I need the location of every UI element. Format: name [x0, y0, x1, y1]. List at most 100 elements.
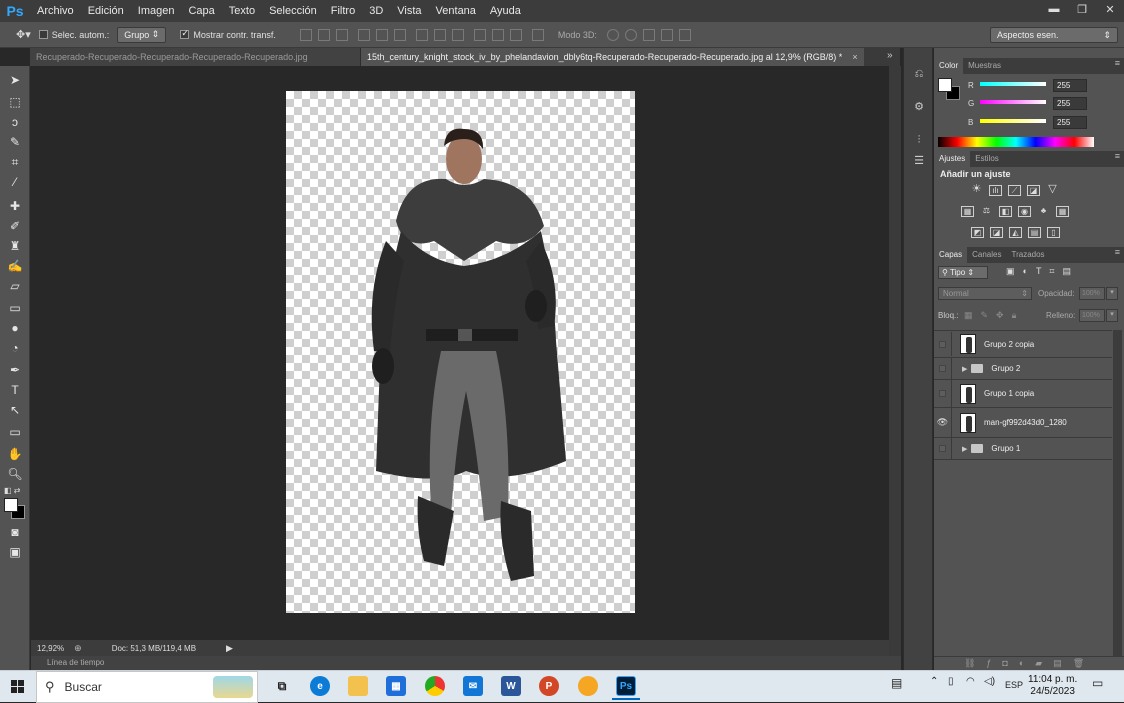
posterize-adjust-icon[interactable]: ◪ — [990, 227, 1003, 238]
channel-r-slider[interactable] — [980, 82, 1046, 86]
path-select-tool-icon[interactable]: ↖ — [7, 402, 23, 418]
menu-texto[interactable]: Texto — [222, 0, 262, 22]
layer-row[interactable]: 👁︎ man-gf992d43d0_1280 — [934, 407, 1112, 438]
tablet-mode-icon[interactable]: ▤ — [891, 676, 902, 690]
store-icon[interactable]: ▦ — [386, 676, 406, 696]
distribute-bottom-icon[interactable] — [451, 28, 464, 41]
panel-collapse-icon[interactable]: » — [887, 50, 893, 61]
type-tool-icon[interactable]: T — [7, 382, 23, 398]
tool-presets-icon[interactable]: ☰ — [912, 154, 926, 168]
brush-presets-icon[interactable]: ⫶ — [912, 134, 926, 148]
layer-filter-icons[interactable]: ▣◐T⌗▤ — [1006, 266, 1079, 277]
fill-value[interactable]: 100% — [1079, 309, 1105, 322]
layer-row[interactable]: Grupo 2 copia — [934, 331, 1112, 358]
menu-ayuda[interactable]: Ayuda — [483, 0, 528, 22]
quick-select-tool-icon[interactable]: ✎ — [7, 134, 23, 150]
distribute-right-icon[interactable] — [509, 28, 522, 41]
adjust-panel-menu-icon[interactable]: ≡ — [1115, 151, 1120, 161]
distribute-left-icon[interactable] — [473, 28, 486, 41]
invert-adjust-icon[interactable]: ◩ — [971, 227, 984, 238]
status-menu-arrow-icon[interactable]: ▶ — [226, 643, 233, 654]
channel-b-slider[interactable] — [980, 119, 1046, 123]
layer-filter-dropdown[interactable]: ⚲ Tipo ⇕ — [938, 266, 988, 279]
pen-tool-icon[interactable]: ✒ — [7, 362, 23, 378]
group-expand-icon[interactable]: ▶ — [962, 365, 967, 373]
scale-3d-icon[interactable] — [678, 28, 691, 41]
tab-adjustments[interactable]: Ajustes — [934, 151, 971, 167]
opacity-value[interactable]: 100% — [1079, 287, 1105, 300]
tab-close-icon[interactable]: × — [852, 52, 857, 62]
brush-tool-icon[interactable]: ✐ — [7, 218, 23, 234]
visibility-toggle[interactable] — [934, 437, 952, 460]
auto-select-checkbox[interactable] — [38, 30, 48, 39]
channel-g-value[interactable]: 255 — [1053, 97, 1087, 110]
align-top-icon[interactable] — [299, 28, 312, 41]
vertical-scrollbar[interactable] — [889, 66, 901, 656]
powerpoint-icon[interactable]: P — [539, 676, 559, 696]
visibility-toggle[interactable] — [934, 379, 952, 408]
blur-tool-icon[interactable]: ● — [7, 320, 23, 336]
levels-adjust-icon[interactable]: ılı — [989, 185, 1002, 196]
color-fg-swatch[interactable] — [938, 78, 952, 92]
fill-arrow-icon[interactable]: ▾ — [1106, 309, 1118, 322]
canvas-area[interactable] — [31, 66, 889, 640]
crop-tool-icon[interactable]: ⌗ — [7, 154, 23, 170]
foreground-color-swatch[interactable] — [4, 498, 18, 512]
edge-icon[interactable]: e — [310, 676, 330, 696]
healing-brush-tool-icon[interactable]: ✚ — [7, 198, 23, 214]
color-spectrum-ramp[interactable] — [938, 137, 1094, 147]
minimize-icon[interactable]: ▬ — [1040, 0, 1068, 18]
document-canvas[interactable] — [286, 91, 635, 613]
photo-filter-adjust-icon[interactable]: ◉ — [1018, 206, 1031, 217]
visibility-toggle[interactable]: 👁︎ — [934, 407, 952, 438]
gradient-tool-icon[interactable]: ▭ — [7, 300, 23, 316]
properties-panel-icon[interactable]: ⚙ — [912, 100, 926, 114]
chrome-icon[interactable] — [425, 676, 445, 696]
move-tool-icon[interactable]: ✥▾ — [16, 28, 31, 41]
windows-start-icon[interactable] — [0, 671, 36, 703]
menu-filtro[interactable]: Filtro — [324, 0, 362, 22]
distribute-hcenter-icon[interactable] — [491, 28, 504, 41]
lock-icons[interactable]: ▦✎✥🔒︎ — [964, 310, 1024, 321]
volume-icon[interactable]: ◁) — [984, 676, 995, 687]
channel-b-value[interactable]: 255 — [1053, 116, 1087, 129]
close-icon[interactable]: ✕ — [1096, 0, 1124, 18]
align-hcenter-icon[interactable] — [375, 28, 388, 41]
layer-row[interactable]: ▶ Grupo 1 — [934, 437, 1112, 460]
default-colors-icon[interactable]: ◧ ⇄ — [4, 486, 20, 495]
menu-3d[interactable]: 3D — [362, 0, 390, 22]
layers-footer-icons[interactable]: ⛓ƒ◘◐▰▤🗑︎ — [934, 656, 1124, 670]
file-explorer-icon[interactable] — [348, 676, 368, 696]
tab-styles[interactable]: Estilos — [970, 151, 1004, 167]
menu-vista[interactable]: Vista — [390, 0, 428, 22]
eraser-tool-icon[interactable]: ▱ — [7, 278, 23, 294]
word-icon[interactable]: W — [501, 676, 521, 696]
tab-layers[interactable]: Capas — [934, 247, 968, 263]
auto-align-icon[interactable] — [531, 28, 544, 41]
curves-adjust-icon[interactable]: ⟋ — [1008, 185, 1021, 196]
history-brush-tool-icon[interactable]: ✍ — [7, 258, 23, 274]
align-left-icon[interactable] — [357, 28, 370, 41]
rotate-3d-icon[interactable] — [606, 28, 619, 41]
photoshop-taskbar-icon[interactable]: Ps — [616, 676, 636, 696]
tab-color[interactable]: Color — [934, 58, 964, 74]
screen-mode-icon[interactable]: ▣ — [7, 544, 23, 560]
menu-archivo[interactable]: Archivo — [30, 0, 81, 22]
zoom-tool-icon[interactable]: 🔍︎ — [7, 466, 23, 482]
menu-edicion[interactable]: Edición — [81, 0, 131, 22]
hand-tool-icon[interactable]: ✋ — [7, 446, 23, 462]
color-panel-menu-icon[interactable]: ≡ — [1115, 58, 1120, 68]
layer-row[interactable]: ▶ Grupo 2 — [934, 357, 1112, 380]
visibility-toggle[interactable] — [934, 332, 952, 356]
channel-mixer-adjust-icon[interactable]: ♣ — [1037, 206, 1050, 217]
history-panel-icon[interactable]: ⎌ — [912, 68, 926, 82]
distribute-top-icon[interactable] — [415, 28, 428, 41]
tray-chevron-icon[interactable]: ⌃ — [930, 676, 938, 687]
color-lookup-adjust-icon[interactable]: ▦ — [1056, 206, 1069, 217]
blend-mode-dropdown[interactable]: Normal ⇕ — [938, 287, 1032, 300]
group-expand-icon[interactable]: ▶ — [962, 445, 967, 453]
opacity-arrow-icon[interactable]: ▾ — [1106, 287, 1118, 300]
tab-document-1[interactable]: Recuperado-Recuperado-Recuperado-Recuper… — [30, 48, 360, 66]
align-vcenter-icon[interactable] — [317, 28, 330, 41]
pan-3d-icon[interactable] — [642, 28, 655, 41]
